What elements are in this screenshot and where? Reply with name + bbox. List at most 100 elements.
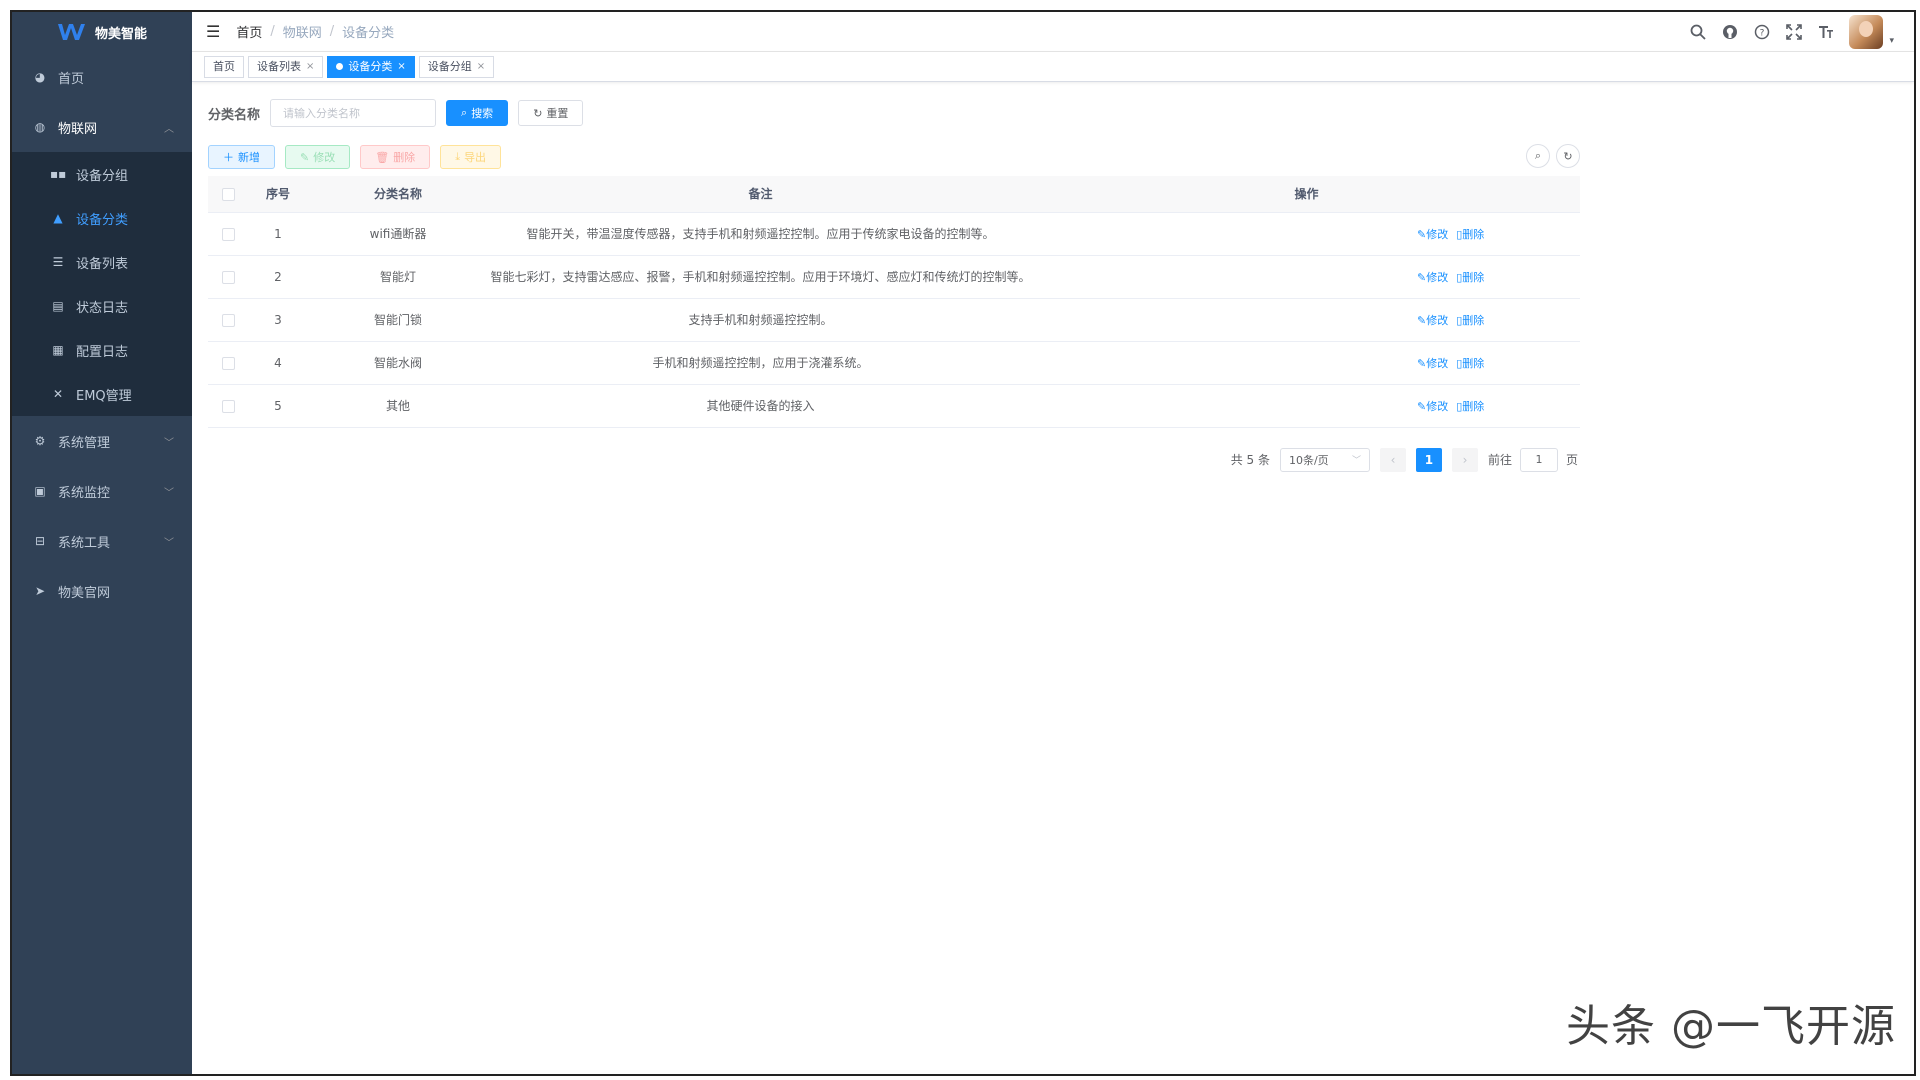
cell-index: 1 (248, 212, 308, 256)
cell-name: 智能水阀 (308, 341, 488, 385)
select-all-checkbox[interactable] (221, 187, 235, 201)
sidebar-item-device-list[interactable]: ☰ 设备列表 (12, 240, 192, 284)
cell-remark: 其他硬件设备的接入 (488, 384, 1033, 428)
row-edit-link[interactable]: ✎修改 (1417, 271, 1448, 284)
row-delete-link[interactable]: ▯删除 (1456, 400, 1484, 413)
goto-prefix: 前往 (1487, 453, 1512, 467)
row-select-cell (208, 384, 248, 428)
row-delete-link[interactable]: ▯删除 (1456, 357, 1484, 370)
delete-button[interactable]: 🗑 删除 (360, 145, 431, 169)
sidebar-item-iot[interactable]: ◍ 物联网 ︿ (12, 102, 192, 152)
refresh-icon[interactable]: ↻ (1556, 144, 1580, 168)
sidebar-item-website[interactable]: ➤ 物美官网 (12, 566, 192, 616)
tag-label: 设备分类 (348, 59, 393, 73)
hamburger-icon[interactable]: ☰ (206, 22, 220, 41)
cell-actions: ✎修改 ▯删除 (1033, 341, 1580, 385)
logo-text: 物美智能 (94, 26, 147, 42)
log-icon: ▤ (52, 299, 64, 313)
page-number-current[interactable]: 1 (1415, 447, 1442, 472)
next-page-button[interactable]: › (1451, 447, 1478, 472)
category-name-input[interactable] (270, 99, 437, 127)
sidebar-item-home[interactable]: ◕ 首页 (12, 52, 192, 102)
row-edit-link[interactable]: ✎修改 (1417, 357, 1448, 370)
tag-device-category[interactable]: 设备分类 × (327, 55, 415, 78)
breadcrumb-current: 设备分类 (342, 26, 395, 41)
edit-icon: ✎ (1417, 270, 1427, 284)
search-button-label: 搜索 (471, 107, 494, 120)
cell-actions: ✎修改 ▯删除 (1033, 384, 1580, 428)
caret-down-icon[interactable]: ▾ (1889, 36, 1894, 46)
reset-button-label: 重置 (546, 107, 569, 120)
column-header-actions: 操作 (1033, 176, 1580, 213)
close-icon[interactable]: × (306, 57, 314, 77)
chevron-down-icon: ﹀ (164, 537, 174, 549)
row-edit-link[interactable]: ✎修改 (1417, 400, 1448, 413)
grid-icon: ▪▪ (50, 167, 67, 181)
trash-icon: 🗑 (375, 150, 390, 164)
edit-icon: ✎ (300, 150, 310, 164)
row-delete-label: 删除 (1462, 399, 1485, 413)
logo[interactable]: 物美智能 (12, 12, 192, 52)
breadcrumb-home[interactable]: 首页 (236, 22, 262, 41)
search-button[interactable]: ⌕ 搜索 (446, 100, 509, 126)
cell-index: 3 (248, 298, 308, 342)
row-checkbox[interactable] (221, 399, 235, 413)
prev-page-button[interactable]: ‹ (1379, 447, 1406, 472)
help-icon[interactable]: ? (1753, 23, 1771, 41)
breadcrumb-iot: 物联网 (282, 26, 322, 41)
select-all-cell (208, 176, 248, 213)
row-checkbox[interactable] (221, 313, 235, 327)
sidebar-item-device-group[interactable]: ▪▪ 设备分组 (12, 152, 192, 196)
toolbar: ＋ 新增 ✎ 修改 🗑 删除 ⤓ 导出 ⌕ ↻ (208, 144, 1580, 170)
font-size-icon[interactable] (1817, 23, 1835, 41)
tag-device-list[interactable]: 设备列表 × (248, 55, 324, 78)
row-checkbox[interactable] (221, 356, 235, 370)
row-delete-link[interactable]: ▯删除 (1456, 314, 1484, 327)
cell-remark: 支持手机和射频遥控控制。 (488, 298, 1033, 342)
sidebar-item-emq[interactable]: ✕ EMQ管理 (12, 372, 192, 416)
row-delete-link[interactable]: ▯删除 (1456, 228, 1484, 241)
row-select-cell (208, 212, 248, 256)
close-icon[interactable]: × (477, 57, 485, 77)
sidebar-item-status-log[interactable]: ▤ 状态日志 (12, 284, 192, 328)
avatar[interactable] (1849, 15, 1884, 49)
goto-page-input[interactable] (1519, 447, 1558, 472)
tag-device-group[interactable]: 设备分组 × (418, 55, 495, 78)
cell-name: 其他 (308, 384, 488, 428)
refresh-icon: ↻ (533, 106, 543, 120)
row-edit-link[interactable]: ✎修改 (1417, 228, 1448, 241)
sidebar-item-device-category[interactable]: ▲ 设备分类 (12, 196, 192, 240)
row-checkbox[interactable] (221, 270, 235, 284)
sidebar-item-system-tools[interactable]: ⊟ 系统工具 ﹀ (12, 516, 192, 566)
reset-button[interactable]: ↻ 重置 (518, 100, 584, 126)
tag-home[interactable]: 首页 (204, 55, 244, 78)
row-delete-link[interactable]: ▯删除 (1456, 271, 1484, 284)
send-icon: ➤ (34, 584, 46, 598)
row-edit-link[interactable]: ✎修改 (1417, 314, 1448, 327)
app-window: 物美智能 ◕ 首页 ◍ 物联网 ︿ ▪▪ 设备分组 ▲ 设备分类 ☰ 设备列表 (10, 10, 1916, 1076)
row-checkbox[interactable] (221, 227, 235, 241)
main-area: ☰ 首页 / 物联网 / 设备分类 ? ▾ 首页 设备列表 × 设备分类 × 设… (192, 12, 1914, 1074)
sidebar-item-system-monitor[interactable]: ▣ 系统监控 ﹀ (12, 466, 192, 516)
close-icon[interactable]: × (397, 57, 405, 77)
download-icon: ⤓ (455, 150, 461, 163)
edit-button[interactable]: ✎ 修改 (285, 145, 351, 169)
column-header-index: 序号 (248, 176, 308, 213)
search-icon[interactable] (1689, 23, 1707, 41)
page-size-select[interactable]: 10条/页 ﹀ (1279, 447, 1370, 472)
export-button[interactable]: ⤓ 导出 (440, 145, 502, 169)
fullscreen-icon[interactable] (1785, 23, 1803, 41)
github-icon[interactable] (1721, 23, 1739, 41)
right-menu: ? ▾ (1689, 12, 1894, 52)
add-button[interactable]: ＋ 新增 (208, 145, 275, 169)
row-edit-label: 修改 (1426, 227, 1449, 241)
sidebar-item-config-log[interactable]: ▦ 配置日志 (12, 328, 192, 372)
cell-name: 智能门锁 (308, 298, 488, 342)
cell-index: 4 (248, 341, 308, 385)
search-toggle-icon[interactable]: ⌕ (1526, 144, 1550, 168)
active-dot-icon (336, 63, 344, 70)
sidebar-item-system-admin[interactable]: ⚙ 系统管理 ﹀ (12, 416, 192, 466)
cell-remark: 智能开关，带温湿度传感器，支持手机和射频遥控控制。应用于传统家电设备的控制等。 (488, 212, 1033, 256)
content: 分类名称 ⌕ 搜索 ↻ 重置 ＋ 新增 ✎ 修改 (192, 82, 1914, 472)
tag-label: 设备分组 (427, 59, 472, 73)
